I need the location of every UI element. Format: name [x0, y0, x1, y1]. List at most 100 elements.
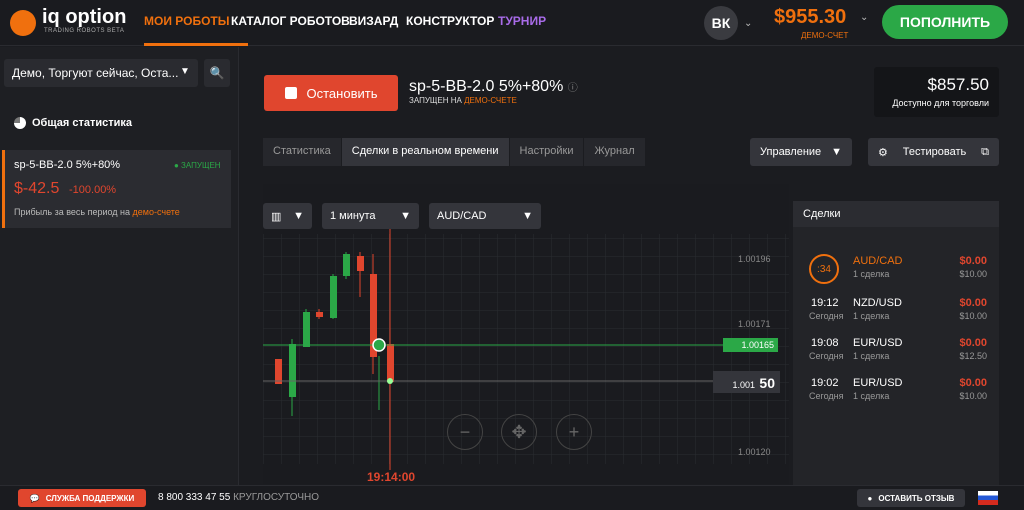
- gear-icon: ⚙: [878, 146, 888, 159]
- deal-row[interactable]: 19:08 Сегодня EUR/USD 1 сделка $0.00 $12…: [793, 333, 999, 371]
- deal-profit: $0.00: [959, 255, 987, 267]
- asset-value: AUD/CAD: [437, 210, 487, 222]
- overall-stats-link[interactable]: Общая статистика: [32, 117, 132, 129]
- tab-realtime-deals[interactable]: Сделки в реальном времени: [341, 138, 510, 166]
- deposit-button[interactable]: ПОПОЛНИТЬ: [882, 5, 1008, 39]
- avatar[interactable]: ВК: [704, 6, 738, 40]
- period-dropdown[interactable]: 1 минута ▼: [322, 203, 419, 229]
- deal-profit: $0.00: [959, 297, 987, 309]
- logo[interactable]: iq option: [42, 6, 126, 29]
- tab-journal[interactable]: Журнал: [584, 138, 646, 166]
- robot-profit: $-42.5: [14, 180, 60, 197]
- sidebar: [0, 47, 239, 485]
- deal-count: 1 сделка: [853, 391, 890, 401]
- robot-title: sp-5-BB-2.0 5%+80% ⓘ: [409, 78, 578, 96]
- support-label: СЛУЖБА ПОДДЕРЖКИ: [45, 493, 135, 503]
- deal-timer: :34: [809, 254, 839, 284]
- price-label-mid: 1.00171: [738, 319, 771, 329]
- deal-amount: $10.00: [959, 311, 987, 321]
- deal-count: 1 сделка: [853, 269, 890, 279]
- filter-caret-icon[interactable]: ▼: [180, 66, 190, 77]
- caret-down-icon: ▼: [293, 210, 304, 222]
- demo-account-link[interactable]: демо-счете: [133, 207, 180, 217]
- phone-number: 8 800 333 47 55: [158, 492, 231, 503]
- entry-marker-icon: [372, 338, 386, 352]
- price-label-top: 1.00196: [738, 254, 771, 264]
- deal-time: 19:08: [811, 337, 839, 349]
- available-balance: $857.50 Доступно для торговли: [874, 67, 999, 117]
- search-button[interactable]: 🔍: [204, 59, 230, 87]
- started-demo-link[interactable]: ДЕМО-СЧЕТЕ: [464, 96, 517, 105]
- deal-amount: $10.00: [959, 391, 987, 401]
- nav-active-underline: [144, 43, 248, 46]
- stop-icon: [284, 87, 297, 99]
- available-label: Доступно для торговли: [892, 98, 989, 108]
- balance-chevron-icon[interactable]: ⌄: [860, 12, 868, 23]
- caret-down-icon: ▼: [400, 210, 411, 222]
- tab-statistics[interactable]: Статистика: [263, 138, 342, 166]
- nav-wizard[interactable]: ВИЗАРД: [349, 14, 398, 28]
- info-icon[interactable]: ⓘ: [568, 83, 578, 94]
- asset-dropdown[interactable]: AUD/CAD ▼: [429, 203, 541, 229]
- chart-type-dropdown[interactable]: ▥ ▼: [263, 203, 312, 229]
- current-price-badge: 1.001 50: [713, 371, 780, 393]
- test-button[interactable]: ⚙ Тестировать ⧉: [868, 138, 999, 166]
- robot-percent: -100.00%: [69, 184, 117, 196]
- logo-subtitle: TRADING ROBOTS BETA: [44, 28, 125, 34]
- comment-icon: ●: [867, 493, 873, 503]
- chevron-down-icon[interactable]: ⌄: [744, 18, 752, 29]
- filter-value: Демо, Торгуют сейчас, Оста...: [12, 66, 179, 80]
- robot-desc: Прибыль за весь период на демо-счете: [14, 207, 180, 217]
- robot-status: ● ЗАПУЩЕН: [174, 161, 221, 170]
- deal-day: Сегодня: [809, 351, 844, 361]
- review-label: ОСТАВИТЬ ОТЗЫВ: [878, 493, 955, 503]
- balance-amount[interactable]: $955.30: [774, 6, 846, 29]
- deal-row[interactable]: 19:02 Сегодня EUR/USD 1 сделка $0.00 $10…: [793, 373, 999, 411]
- stop-button[interactable]: Остановить: [264, 75, 398, 111]
- current-price-big: 50: [759, 375, 775, 391]
- tab-settings[interactable]: Настройки: [509, 138, 585, 166]
- support-hours: КРУГЛОСУТОЧНО: [233, 492, 320, 503]
- current-price-main: 1.001: [732, 380, 755, 390]
- deal-row[interactable]: :34 AUD/CAD 1 сделка $0.00 $10.00: [793, 251, 999, 289]
- review-button[interactable]: ● ОСТАВИТЬ ОТЗЫВ: [857, 489, 965, 507]
- deal-amount: $10.00: [959, 269, 987, 279]
- period-value: 1 минута: [330, 210, 376, 222]
- deal-count: 1 сделка: [853, 311, 890, 321]
- deal-day: Сегодня: [809, 311, 844, 321]
- support-phone: 8 800 333 47 55 КРУГЛОСУТОЧНО: [158, 492, 319, 503]
- caret-down-icon: ▼: [831, 146, 842, 158]
- robot-started: ЗАПУЩЕН НА ДЕМО-СЧЕТЕ: [409, 96, 517, 105]
- zoom-in-button[interactable]: +: [556, 414, 592, 450]
- deal-amount: $12.50: [959, 351, 987, 361]
- deals-panel: Сделки :34 AUD/CAD 1 сделка $0.00 $10.00…: [793, 201, 999, 485]
- robot-filter-select[interactable]: Демо, Торгуют сейчас, Оста...: [4, 59, 198, 87]
- logo-icon[interactable]: [10, 10, 36, 36]
- deal-pair: NZD/USD: [853, 297, 902, 309]
- robot-desc-text: Прибыль за весь период на: [14, 207, 131, 217]
- robot-tabs: Статистика Сделки в реальном времени Нас…: [263, 138, 646, 166]
- deal-day: Сегодня: [809, 391, 844, 401]
- nav-my-robots[interactable]: МОИ РОБОТЫ: [144, 14, 230, 28]
- robot-title-text: sp-5-BB-2.0 5%+80%: [409, 78, 564, 95]
- deal-pair: EUR/USD: [853, 377, 903, 389]
- caret-down-icon: ▼: [522, 210, 533, 222]
- deal-pair: EUR/USD: [853, 337, 903, 349]
- deal-row[interactable]: 19:12 Сегодня NZD/USD 1 сделка $0.00 $10…: [793, 293, 999, 331]
- expiration-time: 19:14:00: [367, 470, 416, 484]
- deal-time: 19:02: [811, 377, 839, 389]
- deal-count: 1 сделка: [853, 351, 890, 361]
- price-label-low: 1.00120: [738, 447, 771, 457]
- support-button[interactable]: 💬 СЛУЖБА ПОДДЕРЖКИ: [18, 489, 146, 507]
- current-price-dot: [387, 378, 393, 384]
- control-dropdown[interactable]: Управление ▼: [750, 138, 852, 166]
- chat-icon: 💬: [29, 493, 40, 503]
- nav-tournament[interactable]: ТУРНИР: [498, 14, 546, 28]
- nav-constructor[interactable]: КОНСТРУКТОР: [406, 14, 494, 28]
- recenter-button[interactable]: ✥: [501, 414, 537, 450]
- zoom-out-button[interactable]: −: [447, 414, 483, 450]
- started-text: ЗАПУЩЕН НА: [409, 96, 462, 105]
- deal-profit: $0.00: [959, 377, 987, 389]
- nav-robot-catalog[interactable]: КАТАЛОГ РОБОТОВ: [231, 14, 350, 28]
- russian-flag-icon[interactable]: [978, 491, 998, 505]
